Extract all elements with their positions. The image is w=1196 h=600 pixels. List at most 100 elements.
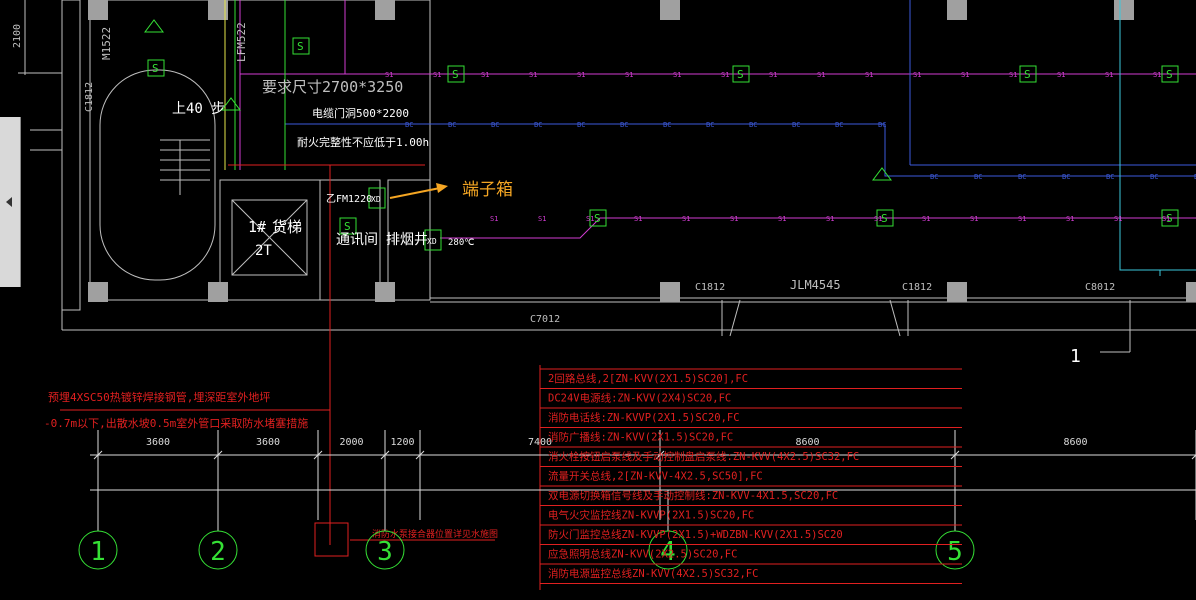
column-post bbox=[88, 0, 108, 20]
line-tag: BC bbox=[1062, 173, 1070, 181]
line-tag: BC bbox=[1018, 173, 1026, 181]
smoke-shaft-label: 排烟井 bbox=[386, 232, 428, 248]
terminal-box-xd-label: XD bbox=[427, 237, 437, 246]
legend-item: 消防广播线:ZN-KVV(2X1.5)SC20,FC bbox=[548, 431, 733, 444]
axis-label: 1 bbox=[90, 537, 106, 567]
elevator-shaft bbox=[219, 179, 321, 301]
dimension-value: 1200 bbox=[390, 437, 414, 448]
line-tag: BC bbox=[1150, 173, 1158, 181]
column-post bbox=[1186, 282, 1196, 302]
inlet-box-symbol bbox=[314, 522, 349, 557]
dimension-value: 8600 bbox=[795, 437, 819, 448]
shaft-door-note: 电缆门洞500*2200 bbox=[312, 106, 409, 120]
column-post bbox=[947, 282, 967, 302]
legend-item: 消防电源监控总线ZN-KVV(4X2.5)SC32,FC bbox=[548, 567, 758, 580]
smoke-detector-symbol: S bbox=[292, 37, 310, 55]
line-tag: BC bbox=[448, 121, 456, 129]
line-tag: BC bbox=[1106, 173, 1114, 181]
column-post bbox=[947, 0, 967, 20]
wall-c-label: C1812 bbox=[695, 282, 725, 293]
dimension-value: 2000 bbox=[339, 437, 363, 448]
line-tag: S1 bbox=[1114, 215, 1122, 223]
axis-bubble: 1 bbox=[78, 490, 118, 570]
s1-bus-line-lower bbox=[440, 217, 1196, 239]
line-tag: BC bbox=[405, 121, 413, 129]
legend-item: DC24V电源线:ZN-KVV(2X4)SC20,FC bbox=[548, 392, 731, 405]
line-tag: S1 bbox=[625, 71, 633, 79]
bc-broadcast-line-2 bbox=[884, 124, 1196, 177]
line-tag: S1 bbox=[634, 215, 642, 223]
outer-wall-left bbox=[61, 0, 81, 311]
legend-item: 消火栓按钮启泵线及手动控制盘启泵线:ZN-KVV(4X2.5)SC32,FC bbox=[548, 450, 859, 463]
svg-text:S: S bbox=[297, 40, 304, 53]
line-tag: S1 bbox=[490, 215, 498, 223]
callout-arrow-line bbox=[389, 187, 441, 199]
pipe-note-line1: 预埋4XSC50热镀锌焊接钢管,埋深距室外地坪 bbox=[48, 390, 270, 404]
jlm-door-leaf-right bbox=[889, 299, 901, 337]
line-tag: S1 bbox=[1066, 215, 1074, 223]
legend-item: 电气火灾监控线ZN-KVVP(2X1.5)SC20,FC bbox=[548, 509, 754, 522]
cable-legend: 2回路总线,2[ZN-KVV(2X1.5)SC20],FC DC24V电源线:ZN… bbox=[540, 368, 962, 584]
svg-text:S: S bbox=[152, 62, 159, 75]
line-tag: S1 bbox=[1105, 71, 1113, 79]
legend-item: 消防电话线:ZN-KVVP(2X1.5)SC20,FC bbox=[548, 411, 740, 424]
callout-arrowhead-icon bbox=[436, 183, 448, 193]
line-tag: S1 bbox=[673, 71, 681, 79]
axis-label: 3 bbox=[377, 537, 393, 567]
column-post bbox=[1114, 0, 1134, 20]
svg-text:S: S bbox=[1024, 68, 1031, 81]
left-c-label: C1812 bbox=[84, 82, 95, 112]
line-tag: S1 bbox=[1009, 71, 1017, 79]
line-tag: S1 bbox=[529, 71, 537, 79]
line-tag: S1 bbox=[913, 71, 921, 79]
jlm-label: JLM4545 bbox=[790, 278, 841, 292]
svg-text:S: S bbox=[1166, 68, 1173, 81]
column-post bbox=[208, 282, 228, 302]
cad-drawing-canvas[interactable]: SSS S SS S SSSXDXD S1 S1 S1 S1 S1 S1 S1 S1 S1 S1 S1 S1 S… bbox=[0, 0, 1196, 600]
legend-item: 流量开关总线,2[ZN-KVV-4X2.5,SC50],FC bbox=[548, 470, 763, 483]
door-fm-label: 乙FM1220 bbox=[326, 193, 372, 205]
stair-up-label: 上40 步 bbox=[172, 101, 225, 117]
line-tag: S1 bbox=[769, 71, 777, 79]
axis-label: 5 bbox=[947, 537, 963, 567]
legend-item: 2回路总线,2[ZN-KVV(2X1.5)SC20],FC bbox=[548, 372, 748, 385]
line-tag: S1 bbox=[1153, 71, 1161, 79]
line-tag: BC bbox=[663, 121, 671, 129]
horn-strobe-icon bbox=[872, 167, 892, 181]
line-tag: S1 bbox=[538, 215, 546, 223]
column-post bbox=[660, 282, 680, 302]
comm-room-label: 通讯间 bbox=[336, 232, 378, 248]
line-tag: BC bbox=[930, 173, 938, 181]
line-tag: S1 bbox=[961, 71, 969, 79]
fire-damper-temp: 280℃ bbox=[448, 238, 474, 248]
line-tag: S1 bbox=[577, 71, 585, 79]
terminal-box-xd-label: XD bbox=[371, 195, 381, 204]
horn-strobe-icon bbox=[144, 19, 164, 33]
line-tag: S1 bbox=[682, 215, 690, 223]
line-tag: S1 bbox=[1018, 215, 1026, 223]
line-tag: S1 bbox=[1057, 71, 1065, 79]
line-tag: BC bbox=[620, 121, 628, 129]
dimension-value: 8600 bbox=[1063, 437, 1087, 448]
svg-text:S: S bbox=[452, 68, 459, 81]
line-tag: BC bbox=[706, 121, 714, 129]
line-tag: S1 bbox=[586, 215, 594, 223]
wall-c3-label: C8012 bbox=[1085, 282, 1115, 293]
line-tag: S1 bbox=[970, 215, 978, 223]
column-post bbox=[660, 0, 680, 20]
cyan-loop bbox=[1119, 0, 1196, 271]
line-tag: S1 bbox=[817, 71, 825, 79]
door-lfm522-label: LFM522 bbox=[235, 22, 248, 62]
elevator-code: 2T bbox=[255, 243, 272, 259]
plan-number: 1 bbox=[1070, 346, 1081, 367]
svg-text:S: S bbox=[594, 212, 601, 225]
line-tag: BC bbox=[491, 121, 499, 129]
column-post bbox=[88, 282, 108, 302]
line-tag: S1 bbox=[826, 215, 834, 223]
line-tag: S1 bbox=[778, 215, 786, 223]
size-requirement-note: 要求尺寸2700*3250 bbox=[262, 78, 403, 96]
elevator-name: 货梯 bbox=[272, 218, 302, 236]
legend-item: 应急照明总线ZN-KVV(2X2.5)SC20,FC bbox=[548, 548, 737, 561]
line-tag: S1 bbox=[481, 71, 489, 79]
line-tag: BC bbox=[835, 121, 843, 129]
